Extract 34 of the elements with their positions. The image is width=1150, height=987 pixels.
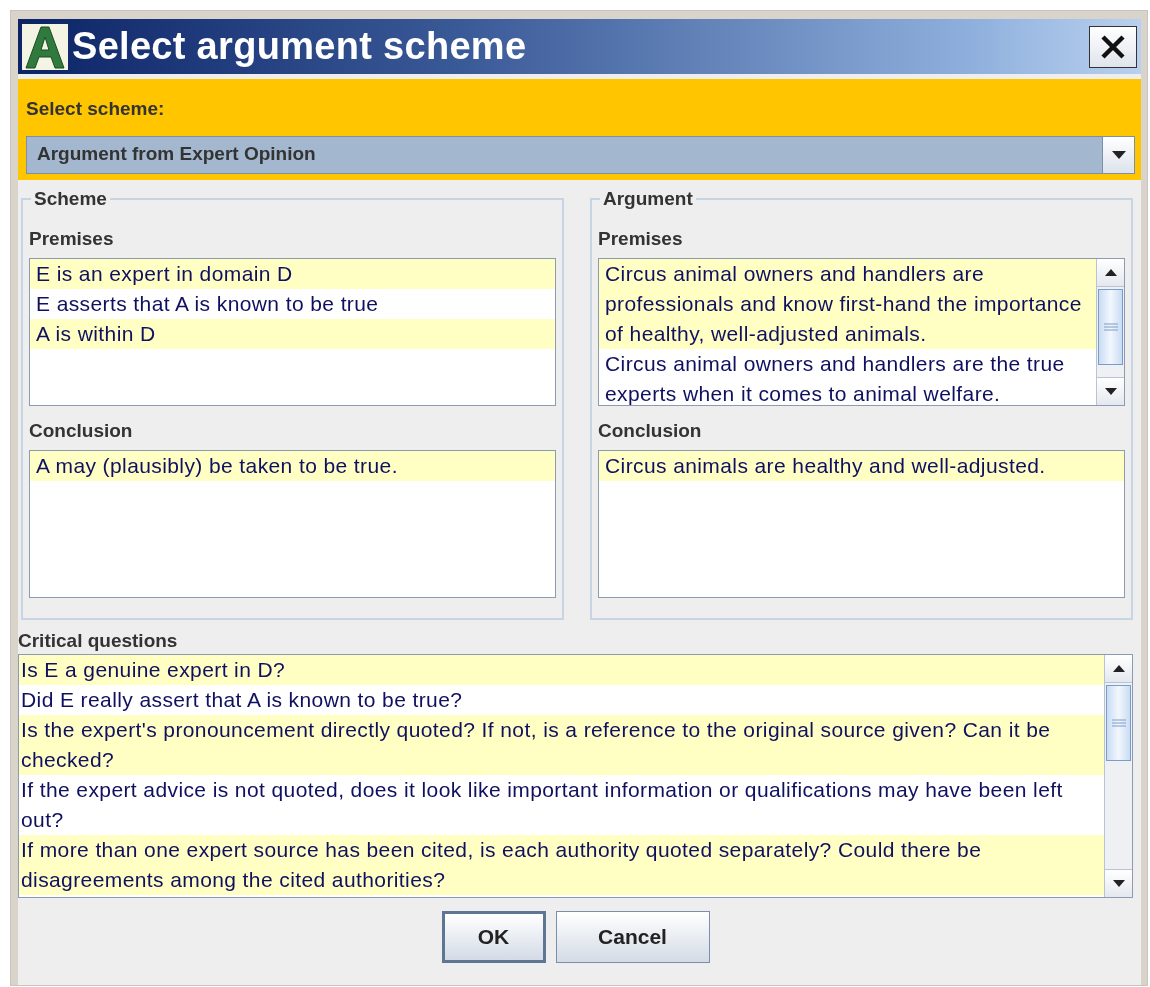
list-item[interactable]: Did E really assert that A is known to be true? bbox=[19, 684, 1104, 715]
list-item[interactable]: Circus animal owners and handlers are professionals and know first-hand the importance of healthy, well-adjusted animals. bbox=[599, 258, 1096, 349]
premises-label: Premises bbox=[29, 227, 114, 250]
scroll-down-icon[interactable] bbox=[1111, 878, 1126, 888]
conclusion-label: Conclusion bbox=[29, 419, 133, 442]
scrollbar[interactable] bbox=[1096, 258, 1124, 405]
window-title: Select argument scheme bbox=[72, 24, 527, 69]
list-item[interactable]: Is E a genuine expert in D? bbox=[19, 654, 1104, 685]
select-scheme-label: Select scheme: bbox=[26, 97, 165, 121]
critical-questions-label: Critical questions bbox=[18, 629, 178, 652]
app-logo-icon bbox=[22, 23, 68, 70]
scrollbar[interactable] bbox=[1104, 654, 1132, 897]
dialog-button[interactable]: Cancel bbox=[555, 910, 710, 963]
list-item[interactable]: Circus animals are healthy and well-adjusted. bbox=[599, 450, 1124, 481]
list-item[interactable]: Is the expert's pronouncement directly quoted? If not, is a reference to the original source given? Can it be checked? bbox=[19, 714, 1104, 775]
scroll-up-icon[interactable] bbox=[1111, 663, 1126, 673]
scroll-up-icon[interactable] bbox=[1103, 267, 1118, 277]
scheme-dropdown[interactable]: Argument from Expert Opinion bbox=[26, 135, 1135, 174]
list-item[interactable]: A is within D bbox=[30, 318, 555, 349]
list-item[interactable]: If more than one expert source has been cited, is each authority quoted separately? Could there be disagreements among the cited authorities? bbox=[19, 834, 1104, 895]
conclusion-label: Conclusion bbox=[598, 419, 702, 442]
close-icon bbox=[1100, 33, 1126, 60]
grip-icon bbox=[1103, 322, 1118, 331]
list-item[interactable]: E is an expert in domain D bbox=[30, 258, 555, 289]
list-item[interactable]: If the expert advice is not quoted, does it look like important information or qualifications may have been left out? bbox=[19, 774, 1104, 835]
list-item[interactable]: Circus animal owners and handlers are the true experts when it comes to animal welfare. bbox=[599, 348, 1096, 405]
list-item[interactable]: E asserts that A is known to be true bbox=[30, 288, 555, 319]
scroll-down-icon[interactable] bbox=[1103, 386, 1118, 396]
premises-label: Premises bbox=[598, 227, 683, 250]
list-item[interactable]: A may (plausibly) be taken to be true. bbox=[30, 450, 555, 481]
dropdown-arrow-icon bbox=[1110, 149, 1127, 160]
close-button[interactable] bbox=[1089, 25, 1137, 68]
grip-icon bbox=[1111, 718, 1126, 727]
dialog-button[interactable]: OK bbox=[441, 910, 546, 963]
